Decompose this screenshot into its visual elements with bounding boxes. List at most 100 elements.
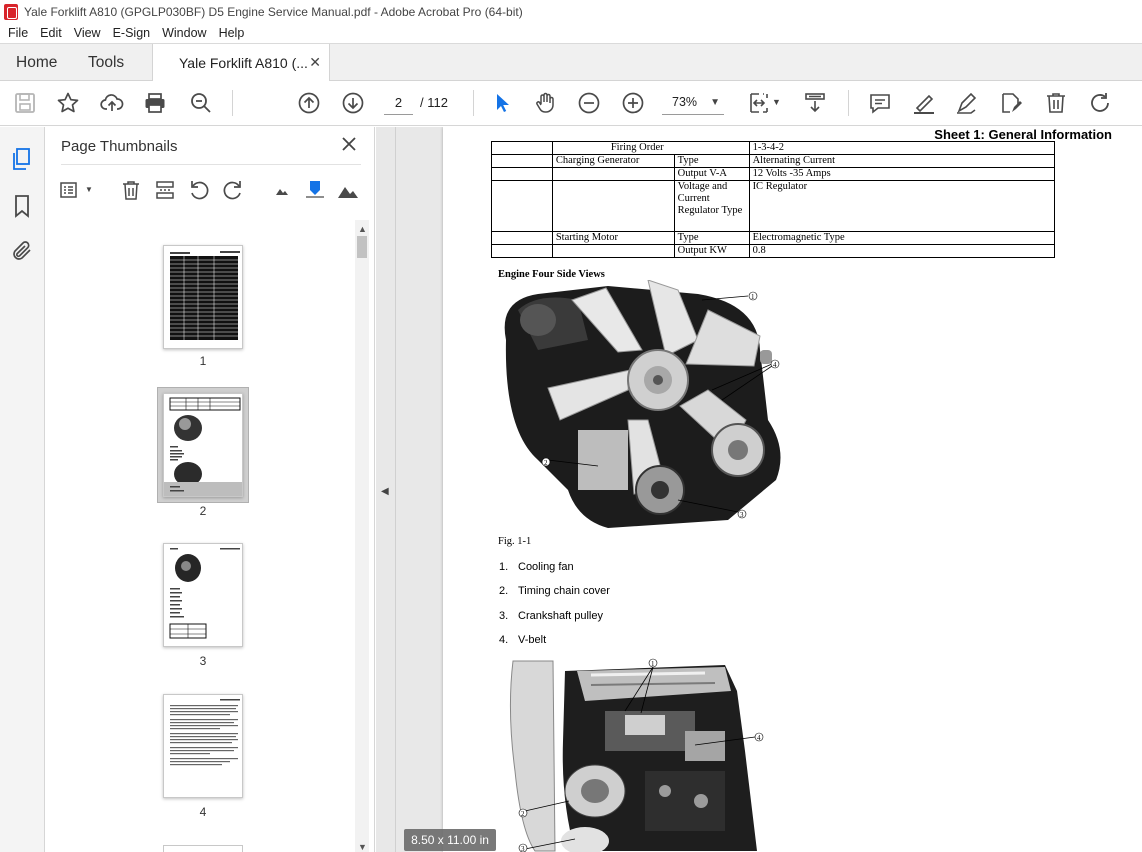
menu-esign[interactable]: E-Sign	[113, 26, 151, 40]
upload-icon[interactable]	[100, 91, 124, 115]
delete-page-icon[interactable]	[120, 179, 142, 201]
table-row: Charging Generator Type Alternating Curr…	[491, 154, 1056, 168]
extract-page-icon[interactable]	[154, 179, 176, 201]
thumbnail-options-icon[interactable]	[59, 179, 81, 201]
page-number-input[interactable]: 2	[384, 90, 413, 115]
tab-tools[interactable]: Tools	[88, 44, 124, 81]
page-up-icon[interactable]	[297, 91, 321, 115]
main-toolbar: 2 / 112 73% ▼ ▼	[0, 81, 1142, 126]
tab-document[interactable]: Yale Forklift A810 (... ✕	[152, 44, 330, 82]
attachment-icon[interactable]	[10, 239, 34, 263]
thumbnail-label-3: 3	[199, 654, 207, 668]
highlight-icon[interactable]	[912, 91, 936, 115]
search-icon[interactable]	[189, 91, 213, 115]
rotate-icon[interactable]	[1088, 91, 1112, 115]
scrollbar-thumb[interactable]	[357, 236, 367, 258]
table-cell	[491, 231, 553, 245]
thumbnail-scrollbar[interactable]: ▲ ▼	[355, 220, 369, 852]
table-cell: Starting Motor	[551, 231, 675, 245]
page-down-icon[interactable]	[341, 91, 365, 115]
table-cell	[551, 180, 675, 232]
close-panel-icon[interactable]	[340, 135, 358, 153]
list-item-number: 4.	[499, 634, 509, 646]
thumbnail-label-4: 4	[199, 805, 207, 819]
table-cell: 12 Volts -35 Amps	[748, 167, 1056, 181]
menu-view[interactable]: View	[74, 26, 101, 40]
tab-home[interactable]: Home	[16, 44, 57, 81]
page-thumbnail-3[interactable]	[163, 543, 243, 647]
table-cell: Voltage and Current Regulator Type	[673, 180, 750, 232]
thumbnail-page-preview	[170, 699, 240, 766]
tab-bar: Home Tools Yale Forklift A810 (... ✕	[0, 43, 1142, 82]
rotate-clockwise-icon[interactable]	[222, 179, 244, 201]
bookmark-icon[interactable]	[10, 194, 34, 218]
page-thumbnail-5[interactable]	[163, 845, 243, 852]
menu-window[interactable]: Window	[162, 26, 206, 40]
callout-label: 2	[521, 810, 525, 818]
thumbnail-size-slider[interactable]	[304, 179, 326, 201]
scroll-up-icon[interactable]: ▲	[358, 224, 367, 234]
comment-icon[interactable]	[868, 91, 892, 115]
sign-icon[interactable]	[955, 91, 979, 115]
table-cell: Alternating Current	[748, 154, 1056, 168]
table-cell: Output V-A	[673, 167, 750, 181]
table-row: Firing Order 1-3-4-2	[491, 141, 1056, 155]
table-cell	[491, 180, 553, 232]
chevron-down-icon[interactable]: ▼	[85, 185, 93, 194]
engine-front-figure: 1 2 3 4	[498, 280, 802, 536]
page-thumbnail-2[interactable]	[163, 393, 243, 497]
table-cell	[491, 141, 553, 155]
chevron-down-icon[interactable]: ▼	[772, 97, 781, 107]
table-cell	[491, 167, 553, 181]
callout-label: 4	[757, 734, 761, 742]
small-thumbnail-icon[interactable]	[271, 179, 293, 201]
zoom-out-icon[interactable]	[577, 91, 601, 115]
table-cell: 0.8	[748, 244, 1056, 258]
delete-icon[interactable]	[1044, 91, 1068, 115]
fill-sign-icon[interactable]	[999, 91, 1023, 115]
collapse-panel-icon[interactable]: ◀	[381, 486, 389, 497]
table-cell: Output KW	[673, 244, 750, 258]
list-item: 1. Cooling fan	[499, 561, 574, 573]
table-cell	[551, 167, 675, 181]
select-arrow-icon[interactable]	[490, 91, 514, 115]
table-row: Voltage and Current Regulator Type IC Re…	[491, 180, 1056, 232]
document-view[interactable]: ◀ Sheet 1: General Information Firing Or…	[376, 127, 1142, 852]
close-tab-icon[interactable]: ✕	[309, 54, 321, 71]
table-cell: Type	[673, 231, 750, 245]
callout-label: 1	[651, 660, 655, 668]
chevron-down-icon: ▼	[710, 97, 720, 108]
rotate-counterclockwise-icon[interactable]	[188, 179, 210, 201]
large-thumbnail-icon[interactable]	[337, 179, 359, 201]
zoom-value: 73%	[672, 95, 698, 109]
page-thumbnail-1[interactable]	[163, 245, 243, 349]
list-item-number: 2.	[499, 585, 509, 597]
page-fit-icon[interactable]	[747, 91, 771, 115]
section-heading: Engine Four Side Views	[498, 269, 605, 280]
list-item-number: 3.	[499, 610, 509, 622]
callout-label: 2	[544, 459, 548, 467]
toolbar-separator	[232, 90, 233, 116]
table-cell: Electromagnetic Type	[748, 231, 1056, 245]
page-thumbnail-4[interactable]	[163, 694, 243, 798]
zoom-in-icon[interactable]	[621, 91, 645, 115]
menu-edit[interactable]: Edit	[40, 26, 62, 40]
acrobat-logo-icon	[4, 3, 18, 20]
hand-icon[interactable]	[533, 91, 557, 115]
sheet-title: Sheet 1: General Information	[934, 127, 1112, 142]
scroll-down-icon[interactable]: ▼	[358, 842, 367, 852]
thumbnail-label-2: 2	[199, 504, 207, 518]
star-icon[interactable]	[56, 91, 80, 115]
menu-help[interactable]: Help	[219, 26, 245, 40]
table-row: Starting Motor Type Electromagnetic Type	[491, 231, 1056, 245]
print-icon[interactable]	[143, 91, 167, 115]
table-row: Output KW 0.8	[491, 244, 1056, 258]
menu-file[interactable]: File	[8, 26, 28, 40]
page-thumbnails-icon[interactable]	[10, 147, 34, 171]
table-cell: Charging Generator	[551, 154, 675, 168]
title-bar: Yale Forklift A810 (GPGLP030BF) D5 Engin…	[0, 0, 1142, 23]
save-icon[interactable]	[13, 91, 37, 115]
scroll-mode-icon[interactable]	[803, 91, 827, 115]
zoom-select[interactable]: 73% ▼	[662, 90, 724, 115]
document-tab-label: Yale Forklift A810 (...	[179, 55, 308, 71]
